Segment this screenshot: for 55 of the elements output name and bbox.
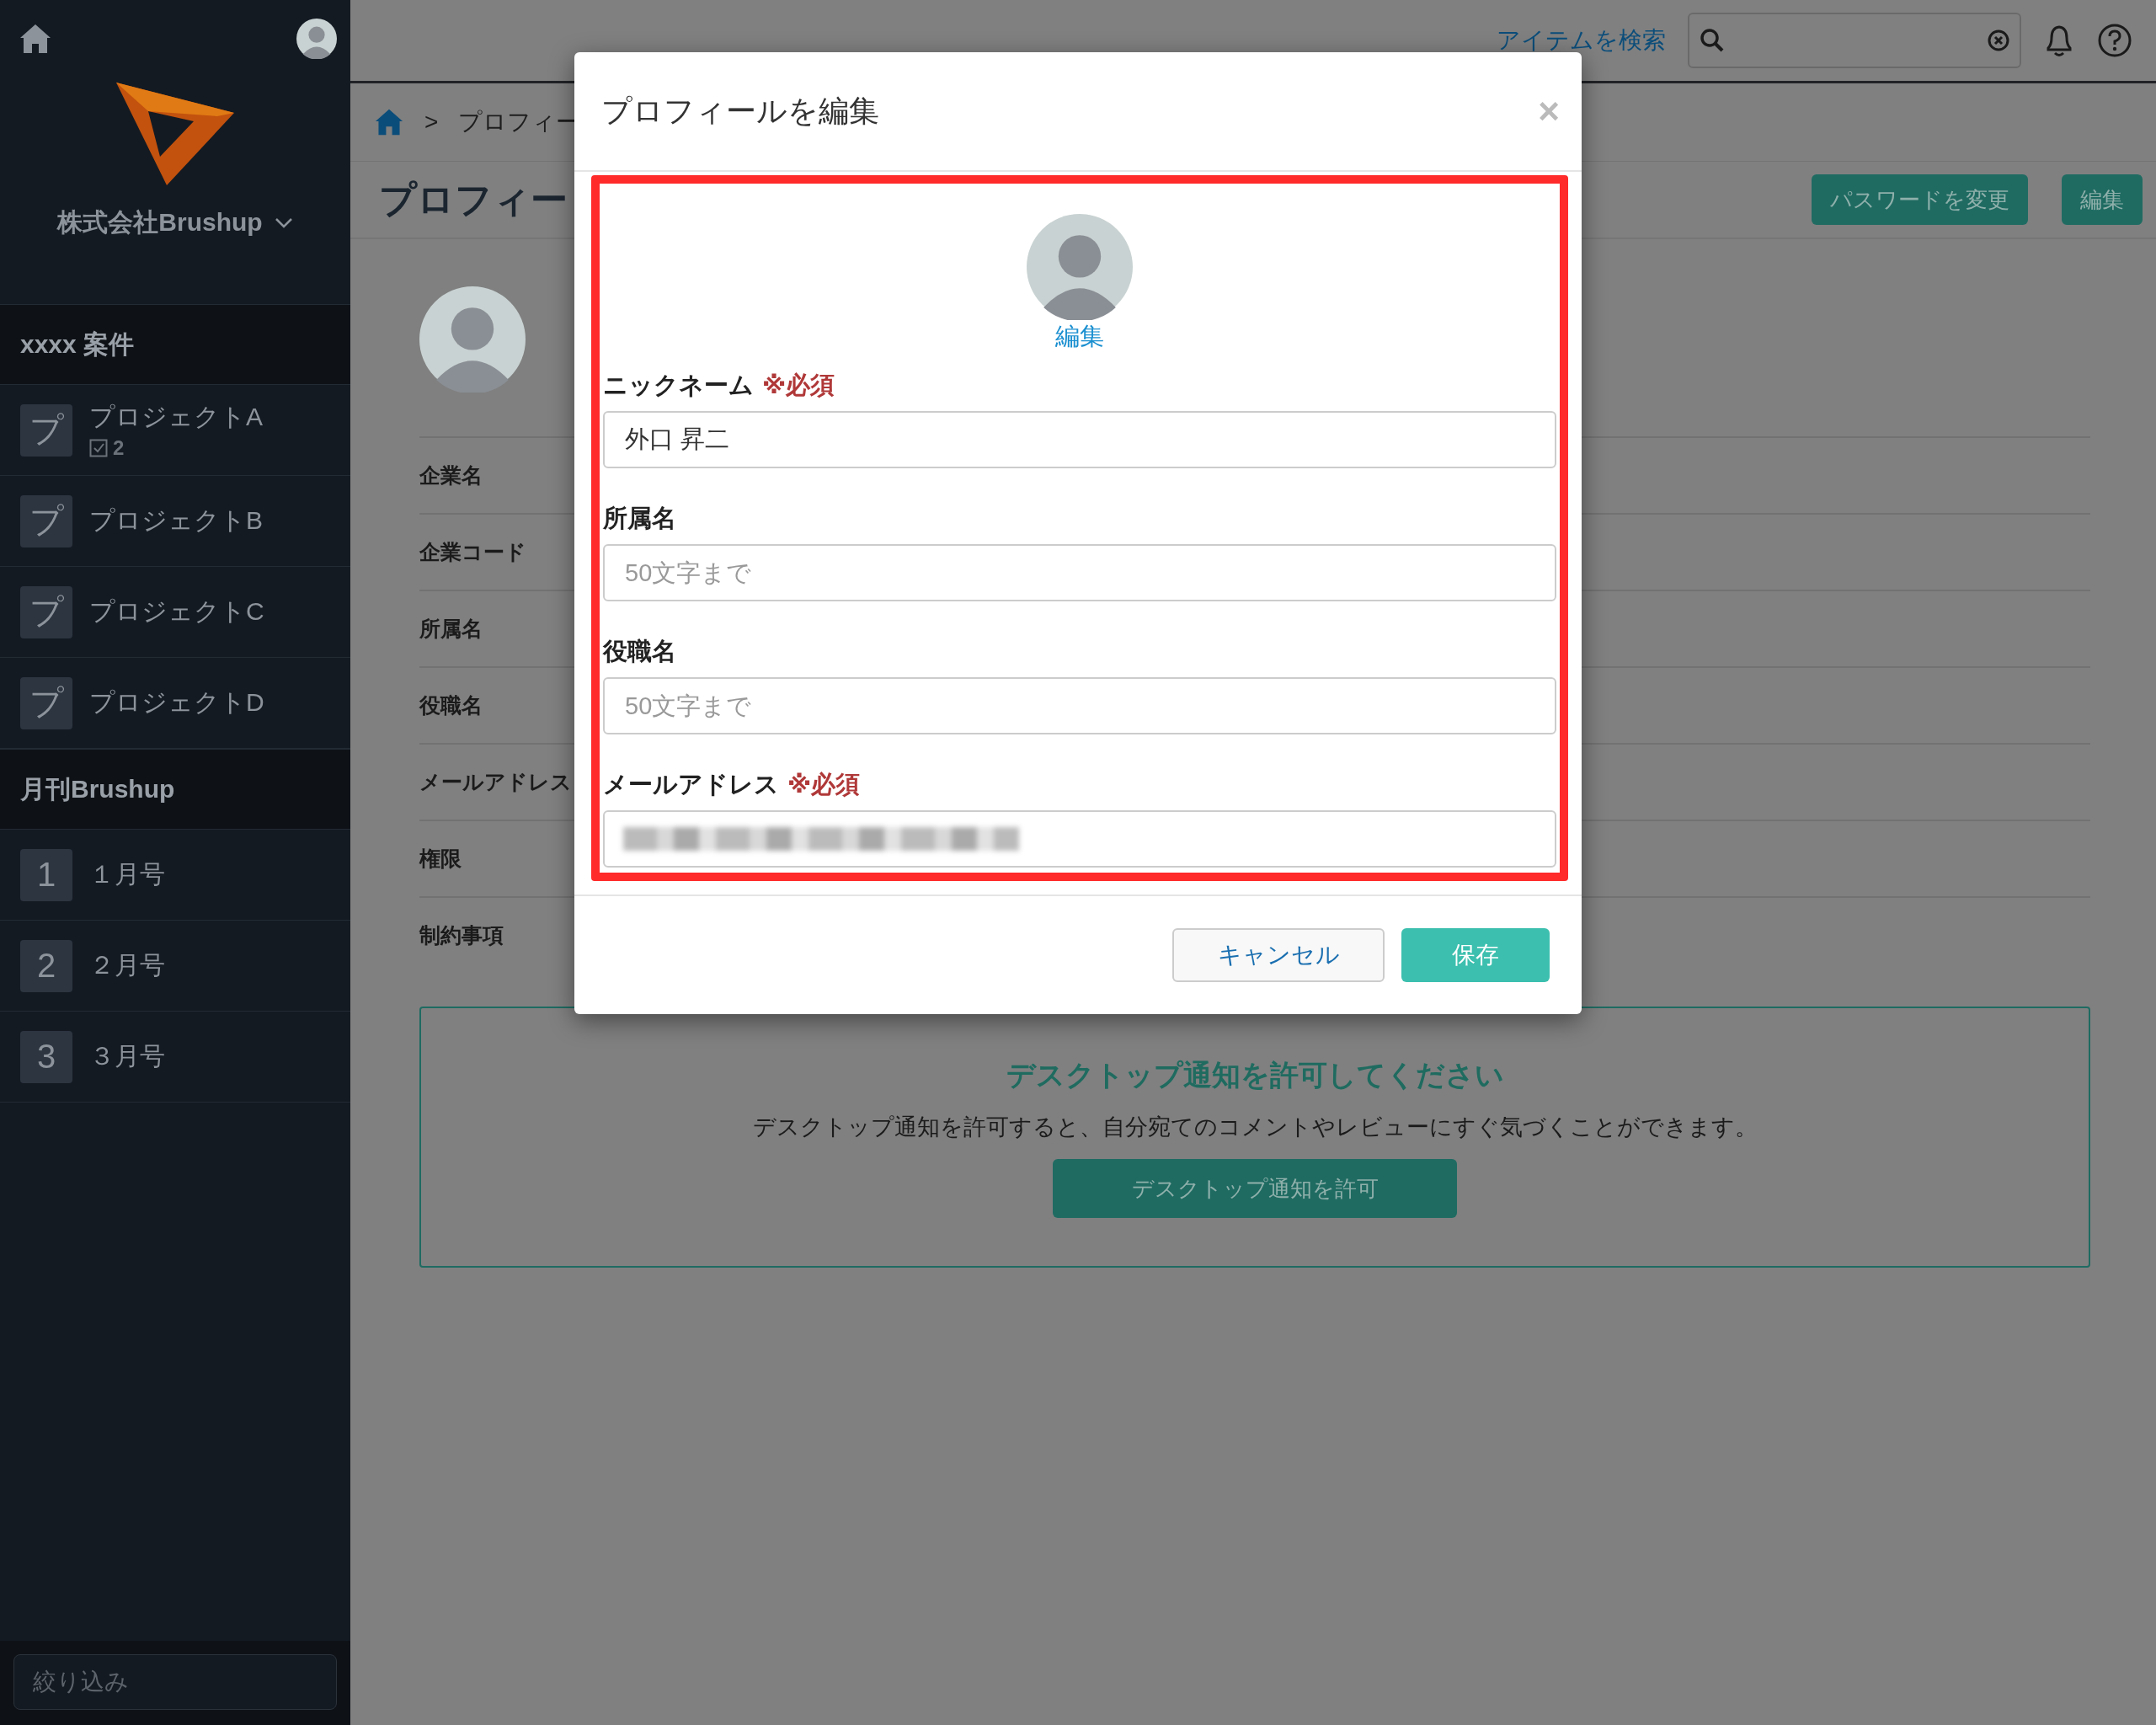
user-avatar (296, 19, 337, 59)
company-name[interactable]: 株式会社Brushup (57, 206, 263, 240)
help-icon[interactable] (2097, 23, 2132, 58)
field-label: 制約事項 (419, 922, 504, 948)
sidebar-item[interactable]: プロジェクトB (89, 504, 263, 538)
form-label: メールアドレス (603, 770, 779, 799)
sidebar-item[interactable]: プロジェクトA (89, 400, 263, 435)
input-field[interactable]: 外口 昇二 (603, 411, 1556, 468)
field-label: 企業コード (419, 539, 526, 565)
filter-field[interactable]: 絞り込み (13, 1654, 337, 1710)
sidebar-item[interactable]: １月号 (89, 857, 165, 892)
dialog-title: プロフィールを編集 (601, 92, 879, 130)
sidebar-item[interactable]: プロジェクトC (89, 595, 264, 629)
chevron-down-icon[interactable] (274, 216, 293, 229)
save-button[interactable]: 保存 (1401, 928, 1550, 982)
header-button[interactable]: 編集 (2062, 174, 2143, 225)
input-field[interactable]: 50文字まで (603, 544, 1556, 601)
field-label: メールアドレス (419, 769, 572, 795)
item-icon[interactable]: プ (20, 676, 72, 729)
allow-notification-button[interactable]: デスクトップ通知を許可 (1053, 1159, 1457, 1218)
item-icon[interactable]: プ (20, 494, 72, 547)
cancel-button[interactable]: キャンセル (1172, 928, 1385, 982)
edit-avatar-link[interactable]: 編集 (1055, 320, 1104, 354)
notice-title: デスクトップ通知を許可してください (1006, 1058, 1504, 1092)
form-label: 役職名 (603, 637, 676, 666)
task-count: 2 (113, 436, 125, 460)
item-icon[interactable]: 2 (20, 939, 72, 992)
task-check-icon (89, 439, 108, 457)
input-field[interactable]: 50文字まで (603, 677, 1556, 734)
item-icon[interactable]: 1 (20, 848, 72, 901)
item-icon[interactable]: 3 (20, 1030, 72, 1083)
breadcrumb-separator: > (424, 109, 439, 136)
search-field[interactable] (1688, 13, 2021, 68)
section-header[interactable]: xxxx 案件 (0, 304, 350, 385)
field-label: 企業名 (419, 462, 483, 489)
form-label: ニックネーム (603, 371, 754, 400)
header-button[interactable]: パスワードを変更 (1812, 174, 2028, 225)
page-title: プロフィー (379, 177, 568, 222)
sidebar-item[interactable]: ３月号 (89, 1039, 165, 1074)
item-icon[interactable]: プ (20, 585, 72, 638)
sidebar-item[interactable]: ２月号 (89, 948, 165, 983)
input-field[interactable] (603, 810, 1556, 868)
field-label: 役職名 (419, 692, 483, 718)
notice-text: デスクトップ通知を許可すると、自分宛てのコメントやレビューにすぐ気づくことができます。 (752, 1114, 1758, 1141)
required-mark: ※必須 (787, 770, 861, 799)
required-mark: ※必須 (762, 371, 835, 400)
search-icon (1700, 28, 1725, 53)
clear-icon[interactable] (1988, 29, 2009, 51)
field-label: 権限 (419, 846, 462, 872)
section-header[interactable]: 月刊Brushup (0, 749, 350, 830)
field-label: 所属名 (419, 616, 483, 642)
home-icon[interactable] (19, 23, 52, 55)
form-label: 所属名 (603, 504, 676, 533)
item-icon[interactable]: プ (20, 403, 72, 457)
sidebar-item[interactable]: プロジェクトD (89, 686, 264, 720)
